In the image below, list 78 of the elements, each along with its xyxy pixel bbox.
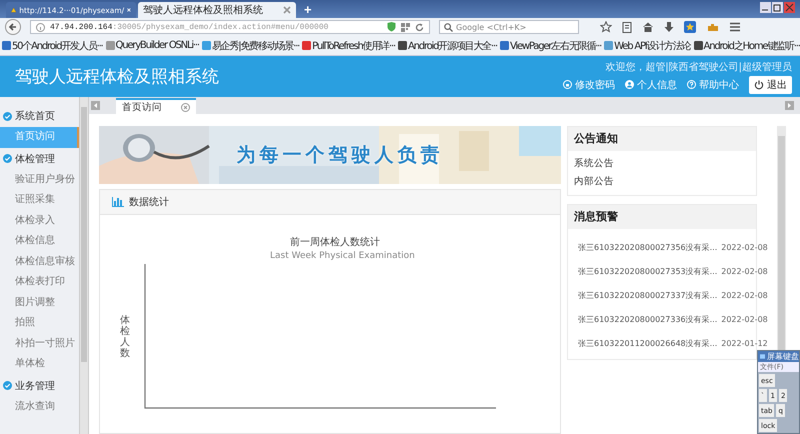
window-controls-icon[interactable] <box>760 2 796 14</box>
new-tab-button[interactable]: + <box>298 2 318 18</box>
notice-link[interactable]: 内部公告 <box>574 173 750 191</box>
sidebar-item[interactable]: 补拍一寸照片 <box>0 334 79 354</box>
sidebar-item[interactable]: 流水查询 <box>0 396 79 417</box>
alert-link[interactable]: 张三610322020800027336没有采... <box>578 314 718 324</box>
alert-date: 2022-02-08 <box>721 266 768 276</box>
app-title: 驾驶人远程体检及照相系统 <box>15 66 219 88</box>
welcome-text: 欢迎您，超管|陕西省驾驶公司|超级管理员 <box>605 60 792 74</box>
sidebar-item[interactable]: 体检表打印 <box>0 272 79 292</box>
bookmark-link[interactable]: 50个Android开发人员··· <box>2 38 103 52</box>
clipboard-icon[interactable] <box>621 21 633 33</box>
back-icon[interactable] <box>5 19 21 35</box>
close-icon[interactable] <box>127 6 131 14</box>
scroll-left-icon[interactable] <box>91 101 100 110</box>
alert-date: 2022-02-08 <box>721 242 768 252</box>
close-icon[interactable] <box>181 102 190 112</box>
alert-link[interactable]: 张三610322011200026648没有采... <box>578 338 718 348</box>
warning-icon <box>11 5 16 15</box>
bar-chart-icon <box>112 197 124 207</box>
bookmark-link[interactable]: Android开源项目大全··· <box>398 38 497 52</box>
download-icon[interactable] <box>663 21 675 33</box>
reload-icon[interactable] <box>415 22 424 32</box>
check-circle-icon <box>3 154 12 163</box>
card-title: 消息预警 <box>568 205 756 229</box>
menu-icon[interactable] <box>729 21 741 33</box>
shield-icon[interactable] <box>387 22 396 32</box>
sidebar-item[interactable]: 体检录入 <box>0 210 79 231</box>
alert-date: 2022-01-12 <box>721 338 768 348</box>
help-icon <box>687 80 696 89</box>
alert-date: 2022-02-08 <box>721 314 768 324</box>
bookmark-link[interactable]: PullToRefresh使用详··· <box>302 38 395 52</box>
bookmark-link[interactable]: ViewPager左右无限循··· <box>500 38 602 52</box>
panel-title: 数据统计 <box>129 196 169 209</box>
sidebar-item[interactable]: 单体检 <box>0 354 79 374</box>
window-title: 屏幕键盘 <box>767 351 799 362</box>
sidebar-item[interactable]: 验证用户身份 <box>0 170 79 190</box>
keyboard-icon <box>760 353 765 360</box>
sidebar-item[interactable]: 图片调整 <box>0 292 79 313</box>
close-icon[interactable] <box>283 6 291 14</box>
scroll-right-icon[interactable] <box>785 101 794 110</box>
bookmark-link[interactable]: QueryBuilder OSNLi··· <box>106 40 199 51</box>
logout-button[interactable]: 退出 <box>749 76 792 94</box>
sidebar-group-header[interactable]: 业务管理 <box>0 374 79 396</box>
alert-link[interactable]: 张三610322020800027353没有采... <box>578 266 718 276</box>
card-title: 公告通知 <box>568 127 756 151</box>
chart-subtitle: Last Week Physical Examination <box>270 251 415 261</box>
sidebar-group-header[interactable]: 体检管理 <box>0 148 79 170</box>
power-icon <box>754 80 764 90</box>
notice-link[interactable]: 系统公告 <box>574 155 750 173</box>
sidebar-item[interactable]: 拍照 <box>0 313 79 334</box>
sidebar-item[interactable]: 体检信息 <box>0 231 79 252</box>
info-icon <box>36 22 45 32</box>
bookmark-link[interactable]: Android之Home键监听··· <box>694 38 800 52</box>
alert-link[interactable]: 张三610322020800027356没有采... <box>578 242 718 252</box>
axis-label: 体检人数 <box>120 314 130 358</box>
sidebar-item[interactable]: 证照采集 <box>0 190 79 210</box>
address-field[interactable]: 47.94.200.164:30005/physexam_demo/index.action#menu/000000 <box>30 20 430 34</box>
star-icon[interactable] <box>600 21 612 33</box>
home-icon[interactable] <box>642 21 654 33</box>
qr-code-icon[interactable] <box>401 22 410 32</box>
banner-slogan: 为每一个驾驶人负责 <box>236 143 444 168</box>
chart-title: 前一周体检人数统计 <box>290 236 380 249</box>
check-circle-icon <box>3 381 12 390</box>
bookmark-link[interactable]: Web API设计方法论 <box>604 38 691 52</box>
search-icon <box>444 22 453 32</box>
sidebar-item[interactable]: 体检信息审核 <box>0 252 79 272</box>
check-circle-icon <box>3 112 12 120</box>
user-icon <box>625 80 634 89</box>
scrollbar[interactable] <box>79 97 88 434</box>
page-tab[interactable]: 首页访问 <box>116 98 196 114</box>
sidebar-group-header[interactable]: 系统首页 <box>0 105 79 127</box>
browser-tab[interactable]: 驾驶人远程体检及照相系统 <box>138 2 296 18</box>
bookmark-link[interactable]: 易企秀|免费移动场景··· <box>202 38 300 52</box>
extension-icon[interactable] <box>684 21 697 33</box>
alert-link[interactable]: 张三610322020800027337没有采... <box>578 290 718 300</box>
alert-date: 2022-02-08 <box>721 290 768 300</box>
search-field[interactable]: Google <Ctrl+K> <box>439 20 579 34</box>
